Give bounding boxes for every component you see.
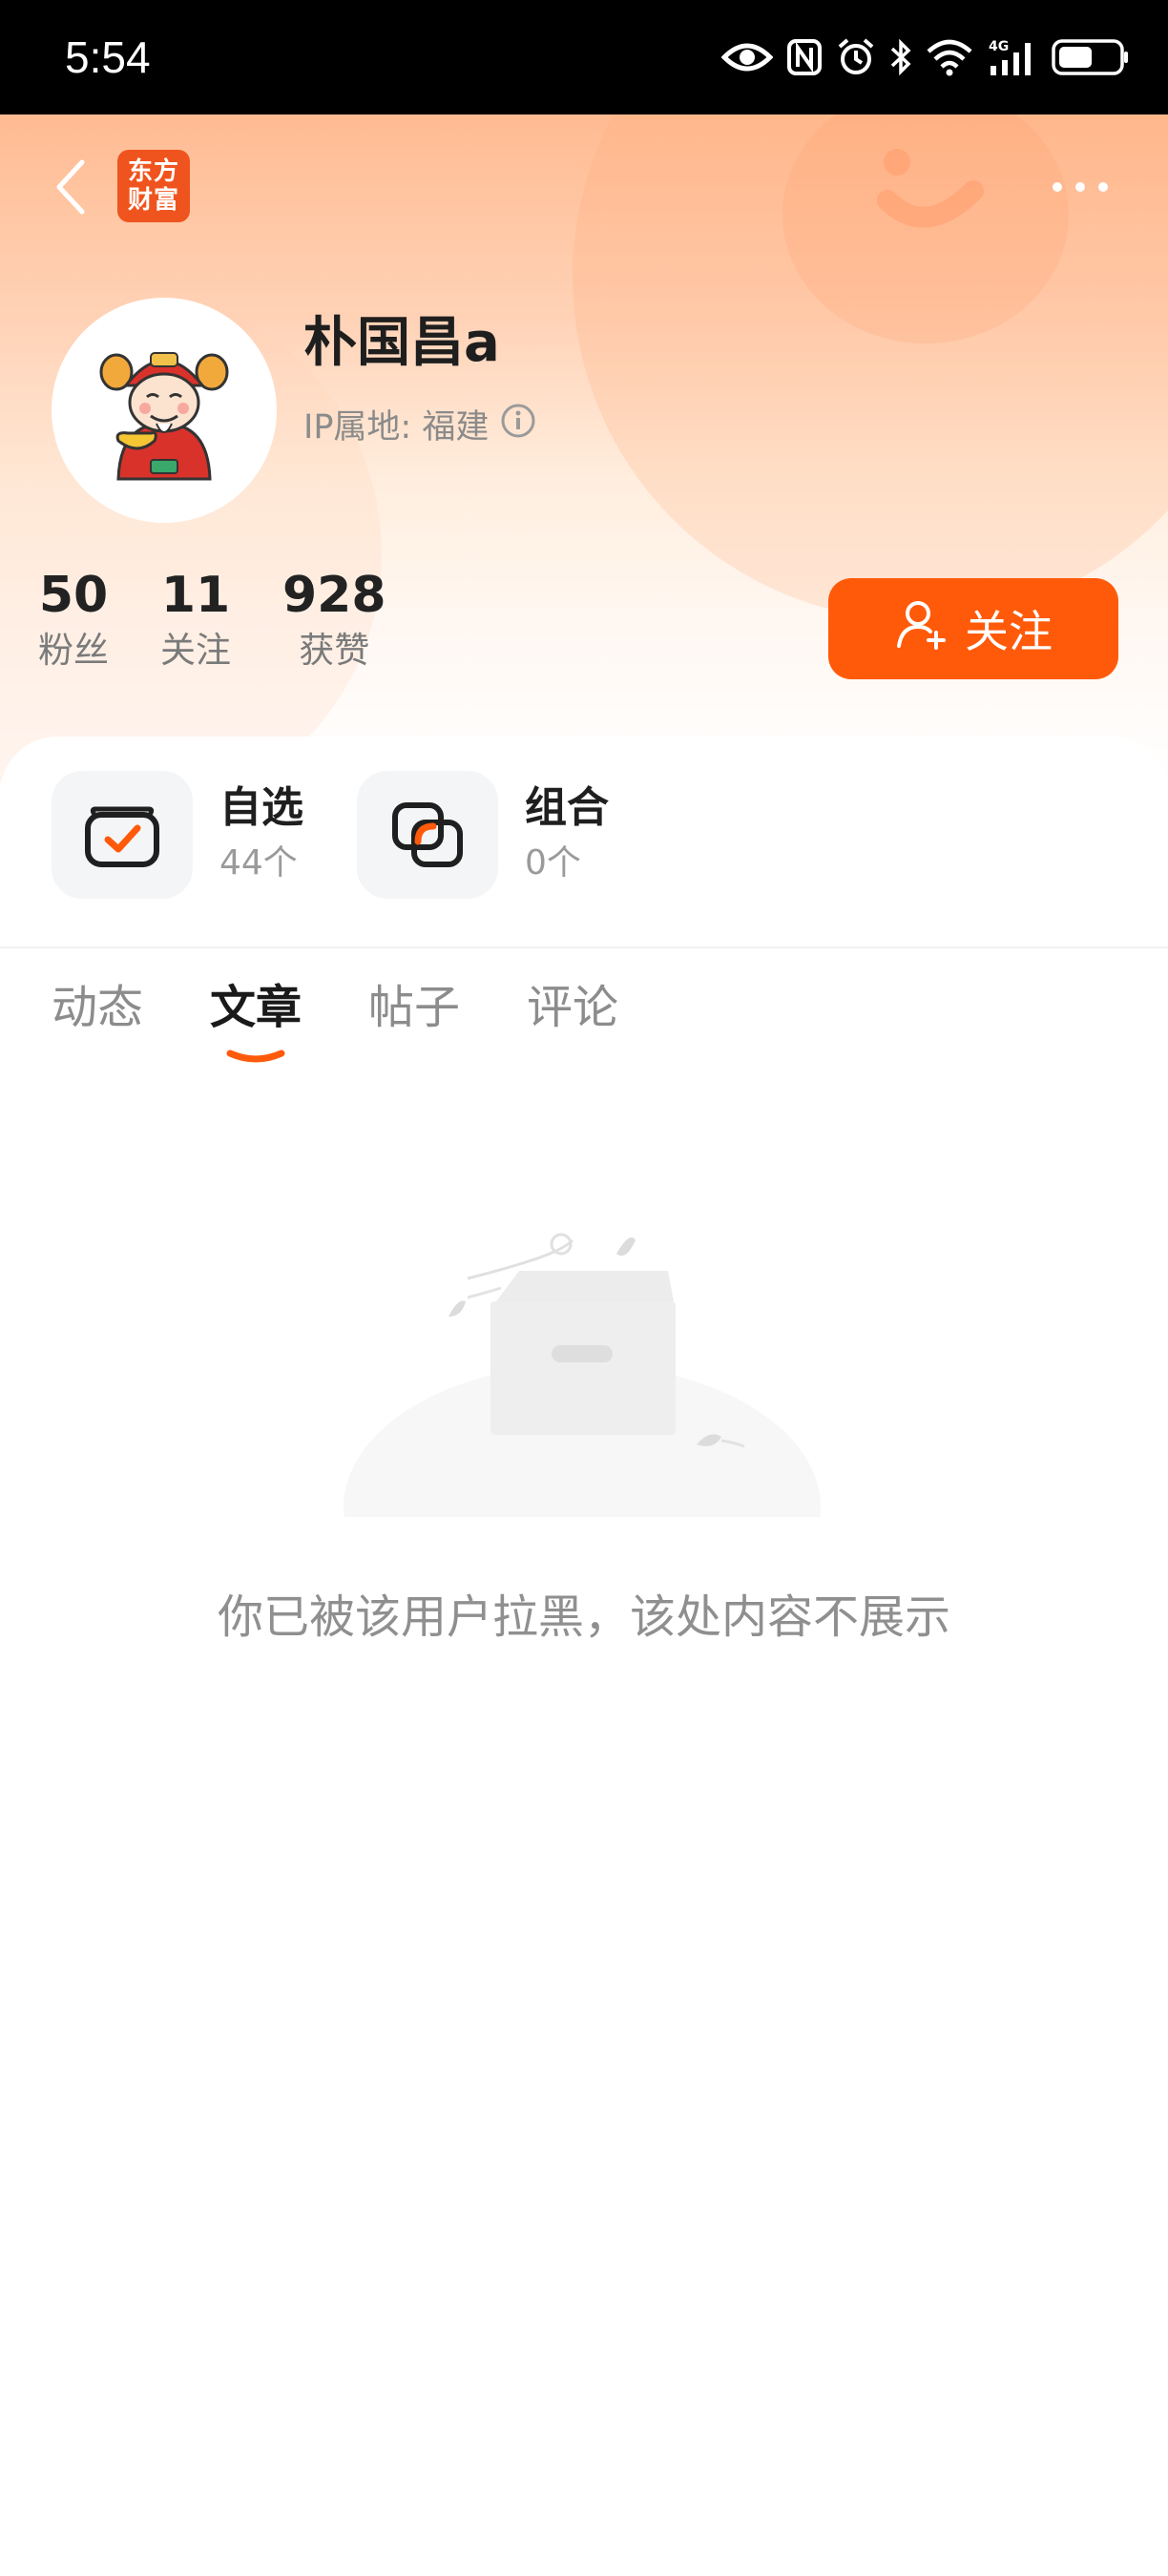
logo-text-line1: 东方 xyxy=(127,157,179,186)
tab-label: 帖子 xyxy=(368,981,461,1034)
stat-following[interactable]: 11 关注 xyxy=(160,565,231,675)
content-tabs: 动态 文章 帖子 评论 xyxy=(52,973,685,1063)
profile-stats: 50 粉丝 11 关注 928 获赞 xyxy=(38,565,438,675)
battery-icon xyxy=(1052,37,1130,77)
tab-articles[interactable]: 文章 xyxy=(210,973,302,1063)
follow-label: 关注 xyxy=(965,606,1053,657)
portfolio-icon xyxy=(357,771,498,899)
more-dot xyxy=(1098,182,1108,192)
stat-label: 获赞 xyxy=(299,630,370,671)
info-icon[interactable] xyxy=(500,403,536,452)
more-dot xyxy=(1075,182,1085,192)
ip-location-label: IP属地: 福建 xyxy=(303,408,490,447)
chevron-left-icon xyxy=(56,159,85,215)
shortcut-count: 44个 xyxy=(219,843,298,883)
shortcut-title: 自选 xyxy=(219,783,303,832)
tab-feed[interactable]: 动态 xyxy=(52,973,143,1042)
avatar[interactable] xyxy=(52,298,277,523)
tab-posts[interactable]: 帖子 xyxy=(368,973,460,1042)
stat-label: 关注 xyxy=(160,630,231,671)
active-tab-indicator xyxy=(226,1049,285,1063)
signal-4g-icon: 4G xyxy=(987,37,1038,77)
more-dot xyxy=(1053,182,1062,192)
shortcut-watchlist[interactable]: 自选 44个 xyxy=(52,771,303,899)
more-options-button[interactable] xyxy=(1042,160,1118,214)
status-icons: 4G xyxy=(721,29,1130,86)
shortcut-portfolio[interactable]: 组合 0个 xyxy=(357,771,609,899)
logo-text-line2: 财富 xyxy=(127,186,179,215)
add-user-icon xyxy=(894,596,949,662)
wifi-icon xyxy=(926,38,973,76)
stat-followers[interactable]: 50 粉丝 xyxy=(38,565,109,675)
tab-comments[interactable]: 评论 xyxy=(527,973,618,1042)
stat-value: 11 xyxy=(160,567,231,624)
status-time: 5:54 xyxy=(65,32,151,82)
watchlist-icon xyxy=(52,771,193,899)
tab-label: 动态 xyxy=(52,981,144,1034)
stat-value: 50 xyxy=(38,567,109,624)
shortcut-title: 组合 xyxy=(525,783,609,832)
stat-likes[interactable]: 928 获赞 xyxy=(282,565,386,675)
follow-button[interactable]: 关注 xyxy=(828,578,1118,679)
stat-label: 粉丝 xyxy=(38,630,109,671)
svg-text:4G: 4G xyxy=(989,39,1009,54)
tab-label: 文章 xyxy=(210,981,302,1034)
status-bar: 5:54 4G xyxy=(0,0,1168,114)
decorative-smile-bubble xyxy=(782,114,1069,343)
nfc-icon xyxy=(786,38,823,76)
tab-label: 评论 xyxy=(527,981,619,1034)
eye-icon xyxy=(721,38,773,76)
empty-box-illustration xyxy=(344,1221,821,1651)
shortcuts: 自选 44个 组合 0个 xyxy=(52,771,662,899)
empty-state-message: 你已被该用户拉黑，该处内容不展示 xyxy=(217,1590,950,1644)
shortcut-count: 0个 xyxy=(525,843,581,883)
ip-location: IP属地: 福建 xyxy=(303,403,536,452)
username: 朴国昌a xyxy=(303,312,500,374)
stat-value: 928 xyxy=(282,567,386,624)
avatar-god-of-wealth-icon xyxy=(99,352,229,481)
divider xyxy=(0,946,1168,948)
back-button[interactable] xyxy=(44,151,97,223)
bluetooth-icon xyxy=(889,37,912,77)
alarm-icon xyxy=(836,37,876,77)
app-logo: 东方 财富 xyxy=(117,150,190,222)
